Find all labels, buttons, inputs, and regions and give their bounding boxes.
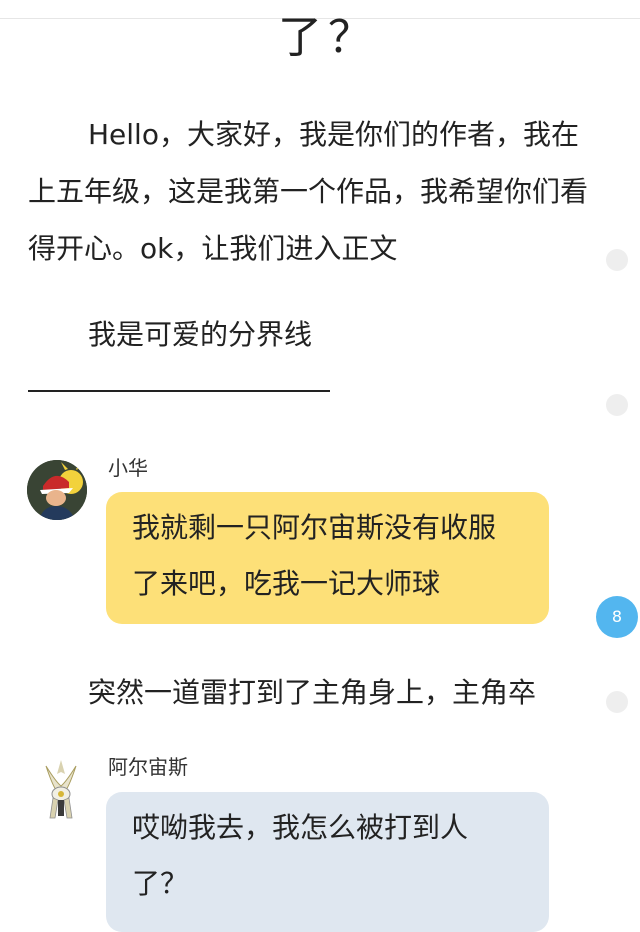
arceus-avatar-icon	[45, 760, 77, 819]
section-divider-line	[28, 390, 330, 392]
chat-bubble: 我就剩一只阿尔宙斯没有收服了来吧，吃我一记大师球	[106, 492, 549, 624]
comment-count-badge[interactable]: 8	[596, 596, 638, 638]
trainer-avatar-icon	[27, 460, 87, 520]
sender-name: 小华	[108, 456, 148, 480]
avatar-arceus[interactable]	[36, 756, 86, 822]
sender-name: 阿尔宙斯	[108, 755, 188, 779]
paragraph-comment-dot[interactable]	[606, 394, 628, 416]
author-intro-paragraph: Hello，大家好，我是你们的作者，我在上五年级，这是我第一个作品，我希望你们看…	[28, 106, 588, 277]
previous-text-tail: 了？	[278, 12, 378, 63]
chat-bubble: 哎呦我去，我怎么被打到人了？	[106, 792, 549, 932]
paragraph-comment-dot[interactable]	[606, 249, 628, 271]
intro-text: Hello，大家好，我是你们的作者，我在上五年级，这是我第一个作品，我希望你们看…	[28, 118, 589, 265]
narration-line: 突然一道雷打到了主角身上，主角卒	[88, 676, 537, 709]
paragraph-comment-dot[interactable]	[606, 691, 628, 713]
avatar-xiaohua[interactable]	[27, 460, 87, 520]
section-divider-label: 我是可爱的分界线	[88, 318, 313, 351]
